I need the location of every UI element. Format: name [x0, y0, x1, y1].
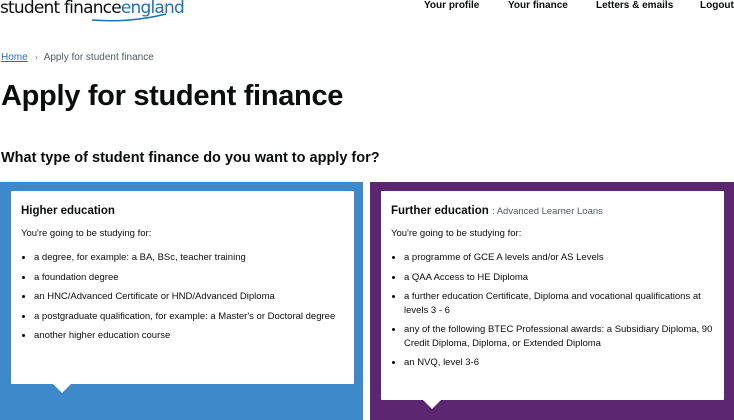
nav-letters-emails[interactable]: Letters & emails [596, 0, 673, 11]
option-title: Higher education [21, 205, 115, 217]
list-item: a programme of GCE A levels and/or AS Le… [391, 251, 716, 265]
question-heading: What type of student finance do you want… [1, 150, 380, 166]
breadcrumb: Home › Apply for student finance [1, 52, 154, 63]
list-item: an HNC/Advanced Certificate or HND/Advan… [21, 290, 346, 304]
higher-education-panel: Higher education You're going to be stud… [0, 182, 363, 420]
option-title-text: Higher education [21, 205, 115, 217]
chevron-right-icon: › [34, 52, 38, 62]
list-item: a foundation degree [21, 271, 346, 285]
breadcrumb-home-link[interactable]: Home [1, 52, 28, 63]
option-bullet-list: a programme of GCE A levels and/or AS Le… [391, 251, 716, 376]
option-title: Further education : Advanced Learner Loa… [391, 205, 603, 217]
list-item: another higher education course [21, 329, 346, 343]
list-item: a degree, for example: a BA, BSc, teache… [21, 251, 346, 265]
option-title-text: Further education [391, 205, 489, 217]
nav-your-profile[interactable]: Your profile [424, 0, 479, 11]
list-item: a QAA Access to HE Diploma [391, 271, 716, 285]
breadcrumb-current: Apply for student finance [43, 52, 154, 63]
logo-swoosh-icon [92, 13, 167, 22]
option-bullet-list: a degree, for example: a BA, BSc, teache… [21, 251, 346, 349]
list-item: an NVQ, level 3-6 [391, 356, 716, 370]
page-title: Apply for student finance [1, 80, 344, 112]
option-intro: You're going to be studying for: [391, 228, 522, 239]
list-item: any of the following BTEC Professional a… [391, 323, 716, 350]
nav-logout[interactable]: Logout [700, 0, 734, 11]
higher-education-option[interactable]: Higher education You're going to be stud… [11, 191, 354, 393]
further-education-panel: Further education : Advanced Learner Loa… [370, 182, 734, 420]
list-item: a further education Certificate, Diploma… [391, 290, 716, 317]
option-intro: You're going to be studying for: [21, 228, 152, 239]
nav-your-finance[interactable]: Your finance [508, 0, 568, 11]
option-subtitle: : Advanced Learner Loans [491, 206, 603, 217]
list-item: a postgraduate qualification, for exampl… [21, 310, 346, 324]
further-education-option[interactable]: Further education : Advanced Learner Loa… [381, 191, 724, 409]
